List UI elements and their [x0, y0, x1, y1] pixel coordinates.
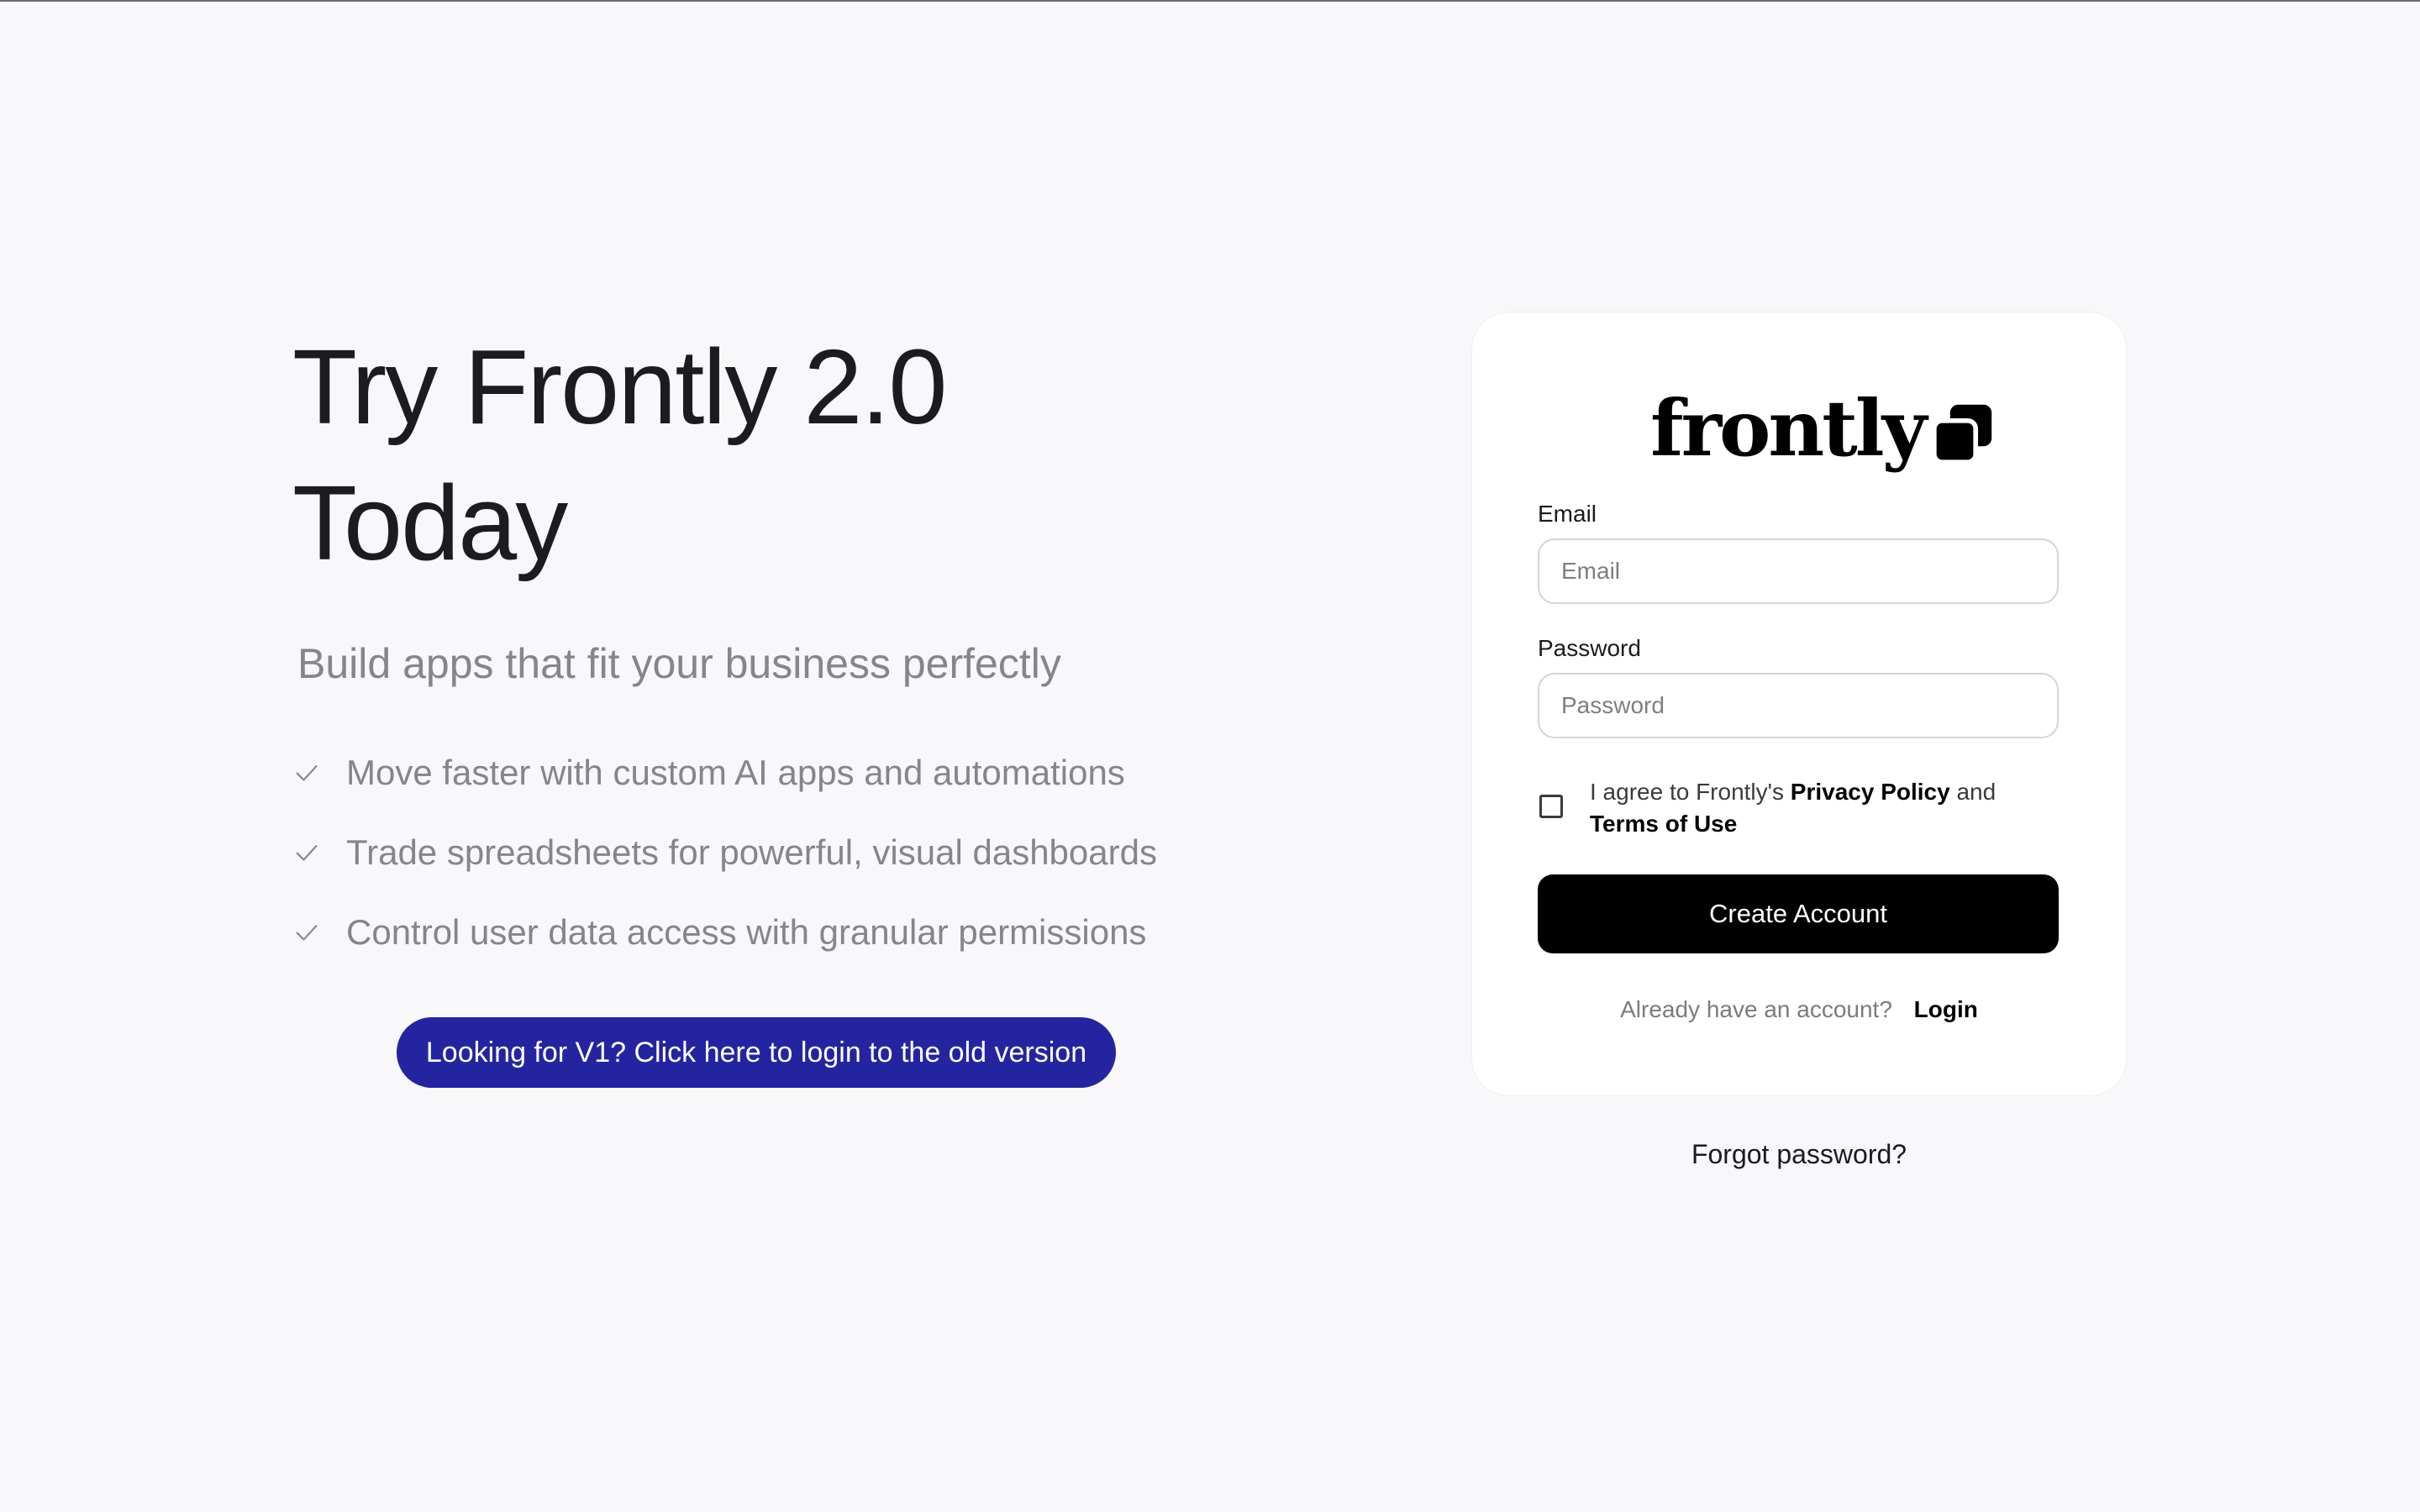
hero-title: Try Frontly 2.0 Today: [292, 319, 1049, 591]
terms-text: I agree to Frontly's Privacy Policy and …: [1590, 776, 2027, 840]
feature-item: Trade spreadsheets for powerful, visual …: [292, 812, 1217, 892]
hero-subtitle: Build apps that fit your business perfec…: [297, 640, 1061, 687]
check-icon: [296, 924, 318, 941]
feature-item: Move faster with custom AI apps and auto…: [292, 732, 1217, 812]
forgot-password-link[interactable]: Forgot password?: [1472, 1139, 2126, 1170]
create-account-button[interactable]: Create Account: [1538, 874, 2059, 953]
login-prompt: Already have an account?: [1620, 996, 1892, 1022]
hero-title-line-1: Try Frontly 2.0: [292, 328, 947, 446]
logo-text: frontly: [1650, 383, 1927, 474]
terms-middle: and: [1949, 779, 1996, 805]
feature-text: Control user data access with granular p…: [346, 911, 1147, 952]
check-icon: [296, 844, 318, 861]
login-link[interactable]: Login: [1914, 996, 1978, 1022]
feature-text: Trade spreadsheets for powerful, visual …: [346, 832, 1157, 872]
password-input[interactable]: [1538, 673, 2059, 738]
hero-section: Try Frontly 2.0 Today Build apps that fi…: [292, 319, 1217, 972]
password-label: Password: [1538, 635, 1641, 661]
login-row: Already have an account? Login: [1472, 996, 2126, 1023]
email-label: Email: [1538, 501, 1597, 527]
stacked-squares-icon: [1932, 404, 1992, 465]
feature-list: Move faster with custom AI apps and auto…: [292, 732, 1217, 972]
terms-prefix: I agree to Frontly's: [1590, 779, 1791, 805]
feature-text: Move faster with custom AI apps and auto…: [346, 752, 1125, 792]
privacy-policy-link[interactable]: Privacy Policy: [1791, 779, 1950, 805]
hero-title-line-2: Today: [292, 464, 568, 582]
signup-card: frontly Email Password I agree to Frontl…: [1472, 312, 2126, 1095]
terms-agreement: I agree to Frontly's Privacy Policy and …: [1539, 776, 2060, 840]
top-border: [0, 0, 2420, 2]
terms-checkbox[interactable]: [1539, 795, 1563, 818]
email-input[interactable]: [1538, 538, 2059, 604]
frontly-logo: frontly: [1650, 386, 1995, 470]
check-icon: [296, 764, 318, 781]
v1-login-button[interactable]: Looking for V1? Click here to login to t…: [397, 1017, 1116, 1088]
feature-item: Control user data access with granular p…: [292, 892, 1217, 972]
terms-of-use-link[interactable]: Terms of Use: [1590, 811, 1737, 837]
